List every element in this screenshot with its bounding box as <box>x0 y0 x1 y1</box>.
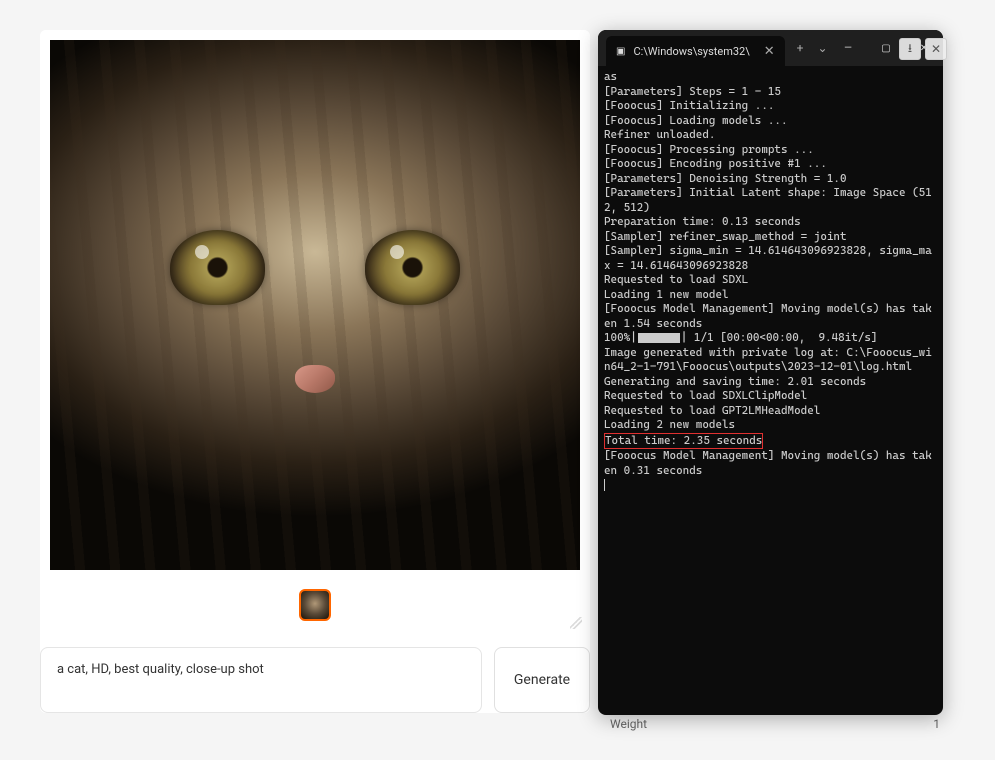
terminal-line: [Fooocus] Encoding positive #1 ... <box>604 157 937 172</box>
terminal-titlebar[interactable]: ▣ C:\Windows\system32\ ✕ + ⌄ — ▢ ✕ <box>598 30 943 66</box>
progress-suffix: | 1/1 [00:00<00:00, 9.48it/s] <box>681 331 878 344</box>
terminal-line: [Fooocus] Initializing ... <box>604 99 937 114</box>
thumbnail-strip <box>40 575 590 635</box>
progress-bar <box>638 333 680 343</box>
terminal-line: Preparation time: 0.13 seconds <box>604 215 937 230</box>
generator-panel: a cat, HD, best quality, close-up shot G… <box>40 30 590 713</box>
image-viewer <box>40 30 590 575</box>
download-icon[interactable]: ⭳ <box>899 38 921 60</box>
terminal-line: Generating and saving time: 2.01 seconds <box>604 375 937 390</box>
generated-image[interactable] <box>50 40 580 570</box>
terminal-output[interactable]: as [Parameters] Steps = 1 - 15 [Fooocus]… <box>598 66 943 497</box>
generate-button[interactable]: Generate <box>494 647 590 713</box>
terminal-icon: ▣ <box>616 46 625 57</box>
cursor <box>604 479 605 491</box>
terminal-line: Requested to load SDXLClipModel <box>604 389 937 404</box>
terminal-line: Loading 1 new model <box>604 288 937 303</box>
terminal-line: [Fooocus Model Management] Moving model(… <box>604 302 937 331</box>
terminal-line: [Fooocus Model Management] Moving model(… <box>604 449 937 478</box>
terminal-line: Refiner unloaded. <box>604 128 937 143</box>
tab-dropdown-icon[interactable]: ⌄ <box>817 41 827 55</box>
prompt-text: a cat, HD, best quality, close-up shot <box>57 662 465 677</box>
terminal-line: Loading 2 new models <box>604 418 937 433</box>
terminal-line: [Sampler] refiner_swap_method = joint <box>604 230 937 245</box>
tab-close-icon[interactable]: ✕ <box>764 44 775 59</box>
terminal-line: [Fooocus] Loading models ... <box>604 114 937 129</box>
prompt-input[interactable]: a cat, HD, best quality, close-up shot <box>40 647 482 713</box>
terminal-line: as <box>604 70 937 85</box>
terminal-tab-title: C:\Windows\system32\ <box>633 45 749 58</box>
terminal-line: [Fooocus] Processing prompts ... <box>604 143 937 158</box>
terminal-line: [Parameters] Denoising Strength = 1.0 <box>604 172 937 187</box>
terminal-line: [Sampler] sigma_min = 14.614643096923828… <box>604 244 937 273</box>
terminal-window: ▣ C:\Windows\system32\ ✕ + ⌄ — ▢ ✕ as [P… <box>598 30 943 715</box>
terminal-line: Image generated with private log at: C:\… <box>604 346 937 375</box>
close-preview-icon[interactable]: ✕ <box>925 38 947 60</box>
terminal-line: [Parameters] Initial Latent shape: Image… <box>604 186 937 215</box>
terminal-line: [Parameters] Steps = 1 - 15 <box>604 85 937 100</box>
resize-handle-icon[interactable] <box>570 617 582 629</box>
progress-prefix: 100%| <box>604 331 637 344</box>
thumbnail-selected[interactable] <box>299 589 331 621</box>
weight-value: 1 <box>933 717 940 731</box>
highlighted-total-time: Total time: 2.35 seconds <box>604 433 763 450</box>
minimize-button[interactable]: — <box>829 30 867 66</box>
new-tab-button[interactable]: + <box>797 41 804 55</box>
terminal-line: Requested to load SDXL <box>604 273 937 288</box>
terminal-tab[interactable]: ▣ C:\Windows\system32\ ✕ <box>606 36 785 66</box>
terminal-line: Requested to load GPT2LMHeadModel <box>604 404 937 419</box>
weight-label: Weight <box>610 717 647 731</box>
weight-row: Weight 1 <box>610 717 940 731</box>
image-controls: ⭳ ✕ <box>899 38 947 60</box>
